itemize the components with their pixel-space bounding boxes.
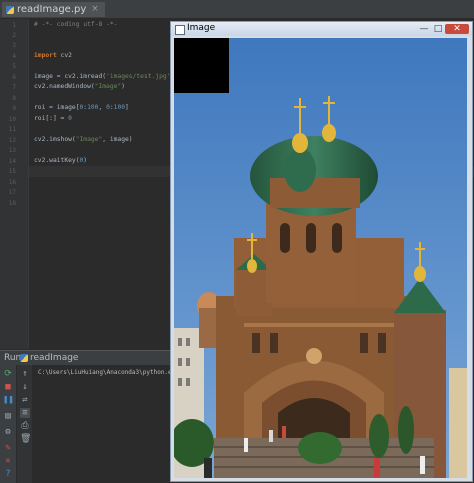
line-number: 11	[8, 126, 16, 133]
tab-label: readImage.py	[17, 4, 87, 15]
code-text: ]	[125, 104, 129, 111]
line-number: 5	[12, 63, 16, 70]
scroll-down-icon[interactable]: ↓	[20, 382, 30, 392]
cathedral-photo	[174, 38, 467, 478]
code-text: )	[83, 157, 88, 164]
pin-icon[interactable]: ✎	[3, 443, 13, 453]
close-icon[interactable]: ✕	[3, 456, 13, 466]
string-literal: 'images/test.jpg'	[106, 73, 171, 80]
layout-icon[interactable]: ▤	[3, 411, 13, 421]
roi-black-region	[174, 38, 229, 93]
help-icon[interactable]: ?	[3, 469, 13, 479]
line-number: 9	[12, 105, 16, 112]
line-number: 12	[8, 137, 16, 144]
code-line: roi[:] = 0	[34, 115, 72, 122]
console-output: C:\Users\LiuHuiang\Anaconda3\python.exe	[38, 369, 179, 376]
line-number: 17	[8, 189, 16, 196]
code-text: image = cv2.imread(	[34, 73, 107, 80]
line-number: 6	[12, 74, 16, 81]
scroll-up-icon[interactable]: ↑	[20, 369, 30, 379]
line-number: 7	[12, 84, 16, 91]
soft-wrap-icon[interactable]: ⇌	[20, 395, 30, 405]
line-number: 13	[8, 147, 16, 154]
run-toolbar: ⟳ ■ ❚❚ ▤ ⚙ ✎ ✕ ?	[0, 365, 17, 483]
line-number: 15	[8, 168, 16, 175]
print-icon[interactable]: ⎙	[20, 421, 30, 431]
code-line: roi = image[0:100, 0:100]	[34, 104, 129, 111]
run-label: Run	[4, 353, 22, 363]
string-literal: "Image"	[94, 83, 122, 90]
image-window[interactable]: Image — □ ✕	[170, 21, 473, 482]
line-number: 4	[12, 53, 16, 60]
code-text: cv2	[56, 52, 72, 59]
line-number: 10	[8, 116, 16, 123]
code-line: cv2.namedWindow("Image")	[34, 83, 125, 90]
code-text: roi[:] =	[34, 115, 69, 122]
run-toolwindow-header: Run readImage	[0, 350, 172, 365]
code-text: cv2.imshow(	[34, 136, 76, 143]
console-toolbar: ↑ ↓ ⇌ ≡ ⎙ 🗑	[17, 365, 33, 483]
window-title: Image	[187, 23, 216, 33]
scroll-to-end-icon[interactable]: ≡	[20, 408, 30, 418]
minimize-button[interactable]: —	[417, 24, 431, 34]
number-literal: 100	[113, 104, 126, 111]
line-number: 2	[12, 32, 16, 39]
editor-tab-bar: readImage.py ×	[0, 0, 474, 19]
line-number: 16	[8, 179, 16, 186]
code-line: image = cv2.imread('images/test.jpg')	[34, 73, 174, 80]
close-button[interactable]: ✕	[445, 24, 469, 34]
tab-readimage[interactable]: readImage.py ×	[2, 2, 105, 17]
number-literal: 100	[87, 104, 99, 111]
code-line: cv2.waitKey(0)	[34, 157, 87, 164]
keyword: import	[34, 52, 57, 59]
close-tab-icon[interactable]: ×	[91, 2, 99, 17]
line-number-gutter: 1 2 3 4 5 6 7 8 9 10 11 12 13 14 15 16 1…	[0, 19, 29, 349]
code-text: cv2.waitKey(	[34, 157, 80, 164]
line-number: 14	[8, 158, 16, 165]
window-titlebar[interactable]: Image — □ ✕	[171, 22, 472, 36]
comment: # -*- coding utf-8 -*-	[34, 21, 118, 28]
code-text: ,	[98, 104, 107, 111]
code-line: cv2.imshow("Image", image)	[34, 136, 133, 143]
line-number: 3	[12, 42, 16, 49]
window-app-icon	[175, 25, 185, 35]
line-number: 8	[12, 95, 16, 102]
string-literal: "Image"	[75, 136, 103, 143]
code-text: cv2.namedWindow(	[34, 83, 95, 90]
image-canvas	[174, 38, 467, 478]
settings-icon[interactable]: ⚙	[3, 427, 13, 437]
code-text: )	[121, 83, 126, 90]
rerun-icon[interactable]: ⟳	[3, 369, 13, 379]
code-line: # -*- coding utf-8 -*-	[34, 21, 117, 28]
clear-icon[interactable]: 🗑	[20, 434, 31, 444]
number-literal: 0	[68, 115, 72, 122]
stop-icon[interactable]: ■	[3, 382, 13, 392]
pause-icon[interactable]: ❚❚	[3, 395, 14, 405]
run-config-name[interactable]: readImage	[30, 351, 78, 365]
code-line: import cv2	[34, 52, 72, 59]
maximize-button[interactable]: □	[431, 24, 445, 34]
code-text: , image)	[102, 136, 133, 143]
python-run-icon	[20, 354, 28, 362]
python-file-icon	[6, 5, 14, 14]
run-panel: ⟳ ■ ❚❚ ▤ ⚙ ✎ ✕ ? ↑ ↓ ⇌ ≡ ⎙ 🗑 C:\Users\Li…	[0, 365, 179, 483]
line-number: 18	[8, 200, 16, 207]
code-text: roi = image[	[34, 104, 80, 111]
line-number: 1	[12, 22, 16, 29]
